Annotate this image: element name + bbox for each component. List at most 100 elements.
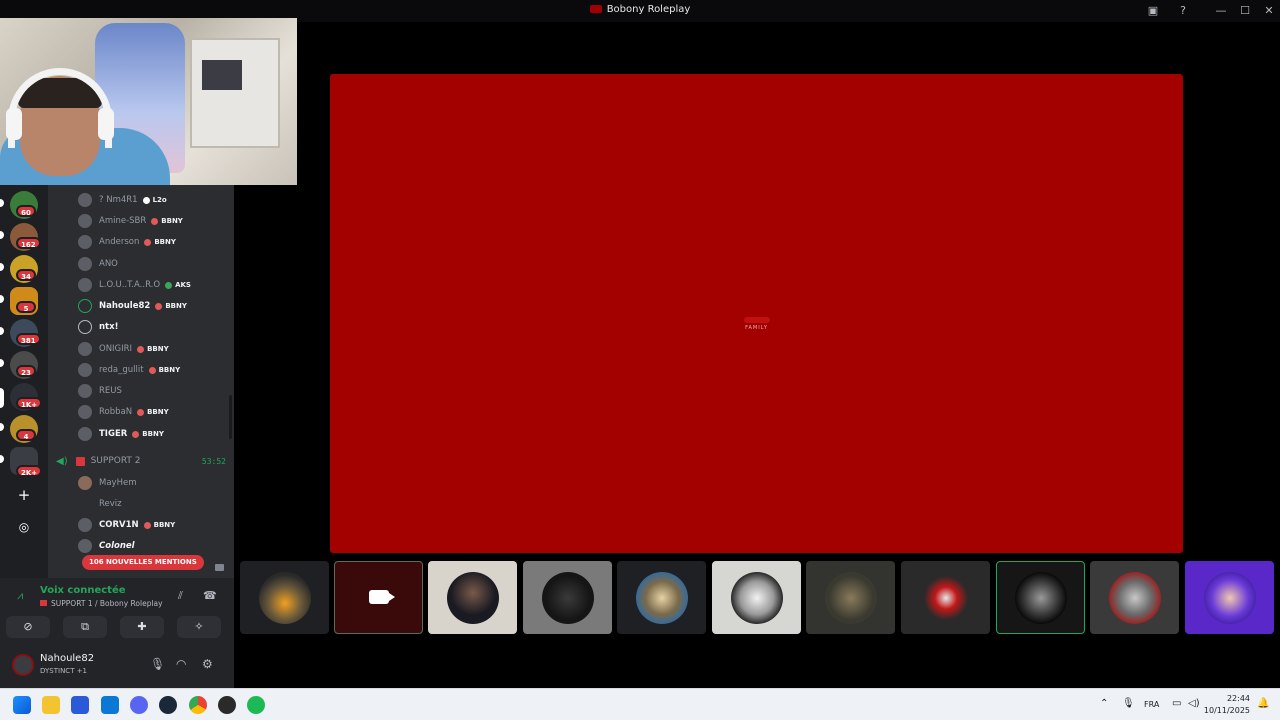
avatar xyxy=(78,518,92,532)
disconnect-icon[interactable]: ☎ xyxy=(203,589,217,602)
server-badge: 23 xyxy=(16,365,36,377)
voice-member-row[interactable]: CORV1N BBNY xyxy=(78,516,175,534)
avatar xyxy=(730,571,783,624)
maximize-button[interactable]: ☐ xyxy=(1237,3,1253,19)
avatar xyxy=(78,342,92,356)
member-row[interactable]: RobbaN BBNY xyxy=(78,403,169,421)
outlook-icon[interactable] xyxy=(101,696,119,714)
new-mentions-pill[interactable]: 106 NOUVELLES MENTIONS xyxy=(82,555,204,570)
participant-tile-speaking[interactable] xyxy=(996,561,1085,634)
participant-tile[interactable] xyxy=(240,561,329,634)
member-tag: L2o xyxy=(142,196,167,204)
avatar xyxy=(446,571,499,624)
server-badge: 1K+ xyxy=(16,397,43,409)
member-row[interactable]: L.O.U..T.A..R.O AKS xyxy=(78,276,191,294)
member-row[interactable]: REUS xyxy=(78,382,122,400)
webcam-overlay xyxy=(0,18,297,185)
member-row[interactable]: ntx! xyxy=(78,318,118,336)
member-row[interactable]: Nahoule82 BBNY xyxy=(78,297,187,315)
server-badge: 4 xyxy=(16,429,36,441)
voice-member-row[interactable]: MayHem xyxy=(78,474,136,492)
participant-tile[interactable] xyxy=(806,561,895,634)
avatar xyxy=(78,235,92,249)
avatar[interactable] xyxy=(12,654,34,676)
avatar xyxy=(919,571,972,624)
voice-channel-support-2[interactable]: ◀) SUPPORT 2 53:52 xyxy=(56,453,232,469)
app-icon[interactable] xyxy=(218,696,236,714)
speaker-icon: ◀) xyxy=(56,455,68,467)
chrome-icon[interactable] xyxy=(189,696,207,714)
member-row[interactable]: ANO xyxy=(78,255,118,273)
avatar xyxy=(78,539,92,553)
member-row[interactable]: Amine-SBR BBNY xyxy=(78,212,183,230)
participant-tile[interactable] xyxy=(901,561,990,634)
member-tag: BBNY xyxy=(151,217,183,225)
inbox-icon[interactable]: ▣ xyxy=(1145,3,1161,19)
avatar xyxy=(1203,571,1256,624)
user-panel: Nahoule82 DYSTINCT +1 🎙 ◠ ⚙ xyxy=(0,646,234,688)
add-server-icon[interactable]: + xyxy=(14,486,34,506)
windows-taskbar: ⌃ 🎙 FRA ▭ ◁) 22:44 10/11/2025 🔔 xyxy=(0,688,1280,720)
participant-tile[interactable] xyxy=(1185,561,1274,634)
tray-chevron-icon[interactable]: ⌃ xyxy=(1100,698,1108,709)
channel-flag-icon xyxy=(75,456,85,466)
headphones-icon[interactable]: ◠ xyxy=(176,657,186,671)
network-icon[interactable]: ▭ xyxy=(1172,698,1181,709)
discover-icon[interactable]: ◎ xyxy=(14,518,34,538)
member-tag: BBNY xyxy=(132,430,164,438)
avatar xyxy=(78,299,92,313)
mic-tray-icon[interactable]: 🎙 xyxy=(1122,698,1135,709)
participant-tile[interactable] xyxy=(617,561,706,634)
soundboard-button[interactable]: ✧ xyxy=(177,616,221,638)
language-indicator[interactable]: FRA xyxy=(1144,700,1159,709)
channel-flag-icon xyxy=(40,600,47,606)
discord-icon[interactable] xyxy=(130,696,148,714)
voice-channel-link[interactable]: SUPPORT 1 / Bobony Roleplay xyxy=(40,599,163,608)
member-row[interactable]: ONIGIRI BBNY xyxy=(78,340,169,358)
notification-bell-icon[interactable]: 🔔 xyxy=(1257,698,1269,709)
scrollbar-thumb[interactable] xyxy=(229,395,232,439)
help-icon[interactable]: ? xyxy=(1175,3,1191,19)
window-title: Bobony Roleplay xyxy=(0,4,1280,15)
voice-member-row[interactable]: Reviz xyxy=(78,495,122,513)
file-explorer-icon[interactable] xyxy=(42,696,60,714)
minimize-button[interactable]: — xyxy=(1213,3,1229,19)
member-row[interactable]: reda_gullit BBNY xyxy=(78,361,180,379)
voice-status: Voix connectée xyxy=(40,585,126,596)
signal-icon: ⩘ xyxy=(17,589,24,602)
windows-start-icon[interactable] xyxy=(13,696,31,714)
gear-icon[interactable]: ⚙ xyxy=(202,657,213,671)
member-tag: BBNY xyxy=(137,345,169,353)
avatar xyxy=(541,571,594,624)
system-clock[interactable]: 22:44 10/11/2025 xyxy=(1204,693,1250,717)
participant-tile[interactable] xyxy=(428,561,517,634)
username[interactable]: Nahoule82 xyxy=(40,653,94,664)
avatar xyxy=(1014,571,1067,624)
participant-tile[interactable] xyxy=(712,561,801,634)
participant-tile[interactable] xyxy=(1090,561,1179,634)
participant-tile[interactable] xyxy=(523,561,612,634)
stage-stream[interactable]: FAMILY xyxy=(330,74,1183,553)
participant-tile-camera[interactable] xyxy=(334,561,423,634)
activities-button[interactable]: ✚ xyxy=(120,616,164,638)
server-badge: 60 xyxy=(16,205,36,217)
avatar xyxy=(78,193,92,207)
avatar xyxy=(78,384,92,398)
steam-icon[interactable] xyxy=(159,696,177,714)
member-row[interactable]: ? Nm4R1 L2o xyxy=(78,191,167,209)
volume-icon[interactable]: ◁) xyxy=(1188,698,1200,709)
server-badge: 2K+ xyxy=(16,465,43,477)
camera-off-button[interactable]: ⊘ xyxy=(6,616,50,638)
member-row[interactable]: TIGER BBNY xyxy=(78,425,164,443)
noise-suppression-icon[interactable]: ⫽ xyxy=(178,589,183,603)
spotify-icon[interactable] xyxy=(247,696,265,714)
close-button[interactable]: ✕ xyxy=(1261,3,1277,19)
microphone-icon[interactable]: 🎙 xyxy=(150,657,165,671)
screen-share-button[interactable]: ⧉ xyxy=(63,616,107,638)
avatar xyxy=(78,257,92,271)
voice-timer: 53:52 xyxy=(201,456,226,466)
member-row[interactable]: Anderson BBNY xyxy=(78,233,176,251)
camera-icon xyxy=(368,589,395,604)
voice-member-row[interactable]: Colonel xyxy=(78,537,135,555)
store-icon[interactable] xyxy=(71,696,89,714)
